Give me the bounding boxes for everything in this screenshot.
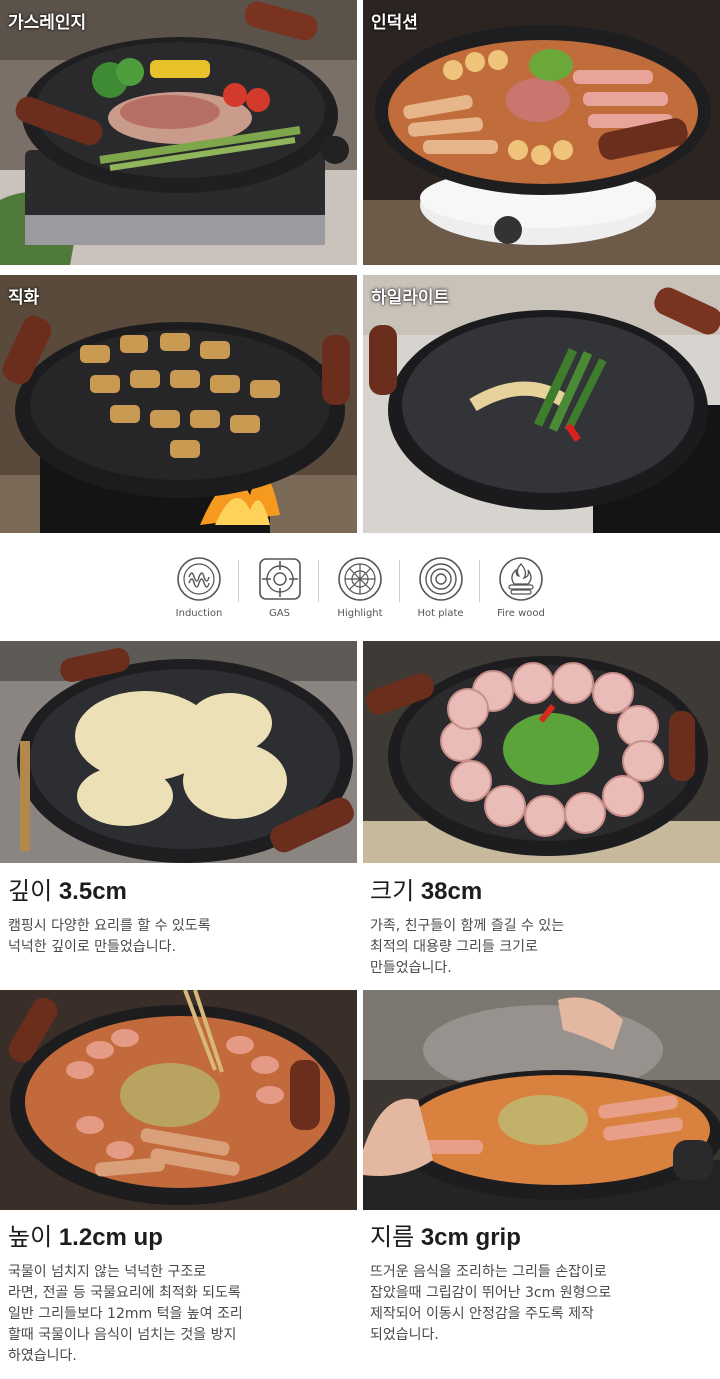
feature-description: 국물이 넘치지 않는 넉넉한 구조로 라면, 전골 등 국물요리에 최적화 되도…: [8, 1264, 243, 1364]
hot-plate-icon: [418, 557, 463, 601]
feature-title-prefix: 깊이: [8, 878, 59, 905]
feature-height: 높이 1.2cm up 국물이 넘치지 않는 넉넉한 구조로 라면, 전골 등 …: [8, 1224, 353, 1367]
induction-icon: [177, 557, 221, 601]
ramen-griddle-image: [0, 641, 357, 863]
heat-source-gas: GAS: [237, 556, 319, 619]
photo-size-pork: [363, 641, 720, 863]
grip-griddle-image: [363, 990, 720, 1210]
photo-height-stew: [0, 990, 357, 1210]
feature-description: 캠핑시 다양한 요리를 할 수 있도록 넉넉한 깊이로 만들었습니다.: [8, 918, 211, 955]
photo-gas-range: 가스레인지: [0, 0, 357, 265]
direct-fire-griddle-image: [0, 275, 357, 533]
pork-belly-griddle-image: [363, 641, 720, 863]
heat-source-label: Highlight: [337, 608, 383, 619]
feature-title-value: 1.2cm up: [58, 1224, 163, 1251]
feature-title: 깊이 3.5cm: [8, 878, 348, 906]
stew-griddle-image: [0, 990, 357, 1210]
fire-wood-icon: [499, 557, 543, 601]
photo-induction: 인덕션: [363, 0, 720, 265]
gas-burner-icon: [258, 558, 301, 600]
feature-size: 크기 38cm 가족, 친구들이 함께 즐길 수 있는 최적의 대용량 그리들 …: [370, 878, 710, 979]
label-direct-fire: 직화: [8, 288, 40, 308]
heat-source-induction: Induction: [160, 556, 238, 619]
feature-title: 지름 3cm grip: [370, 1224, 715, 1252]
label-induction: 인덕션: [371, 13, 418, 33]
heat-source-highlight: Highlight: [318, 556, 399, 619]
feature-title-prefix: 지름: [370, 1224, 421, 1251]
photo-grip-steam: [363, 990, 720, 1210]
heat-source-strip: Induction GAS Highlight Hot plate Fire w…: [160, 556, 560, 626]
heat-source-fire-wood: Fire wood: [479, 556, 560, 619]
feature-title: 크기 38cm: [370, 878, 710, 906]
induction-griddle-image: [363, 0, 720, 265]
label-highlight: 하일라이트: [371, 288, 450, 308]
feature-grip: 지름 3cm grip 뜨거운 음식을 조리하는 그리들 손잡이로 잡았을때 그…: [370, 1224, 715, 1346]
feature-title: 높이 1.2cm up: [8, 1224, 353, 1252]
feature-title-prefix: 크기: [370, 878, 421, 905]
feature-description: 가족, 친구들이 함께 즐길 수 있는 최적의 대용량 그리들 크기로 만들었습…: [370, 918, 565, 976]
heat-source-label: Induction: [175, 608, 223, 619]
feature-description: 뜨거운 음식을 조리하는 그리들 손잡이로 잡았을때 그립감이 뛰어난 3cm …: [370, 1264, 612, 1343]
photo-depth-ramen: [0, 641, 357, 863]
heat-source-label: Hot plate: [417, 608, 464, 619]
photo-highlight: 하일라이트: [363, 275, 720, 533]
feature-depth: 깊이 3.5cm 캠핑시 다양한 요리를 할 수 있도록 넉넉한 깊이로 만들었…: [8, 878, 348, 958]
heat-source-label: GAS: [269, 608, 290, 619]
heat-source-label: Fire wood: [497, 608, 545, 619]
highlight-icon: [338, 557, 382, 601]
label-gas-range: 가스레인지: [8, 13, 87, 33]
heat-source-hot-plate: Hot plate: [398, 556, 480, 619]
feature-title-value: 38cm: [420, 878, 483, 905]
gas-range-griddle-image: [0, 0, 357, 265]
feature-title-value: 3cm grip: [420, 1224, 521, 1251]
photo-direct-fire: 직화: [0, 275, 357, 533]
highlight-griddle-image: [363, 275, 720, 533]
feature-title-prefix: 높이: [8, 1224, 59, 1251]
feature-title-value: 3.5cm: [58, 878, 127, 905]
